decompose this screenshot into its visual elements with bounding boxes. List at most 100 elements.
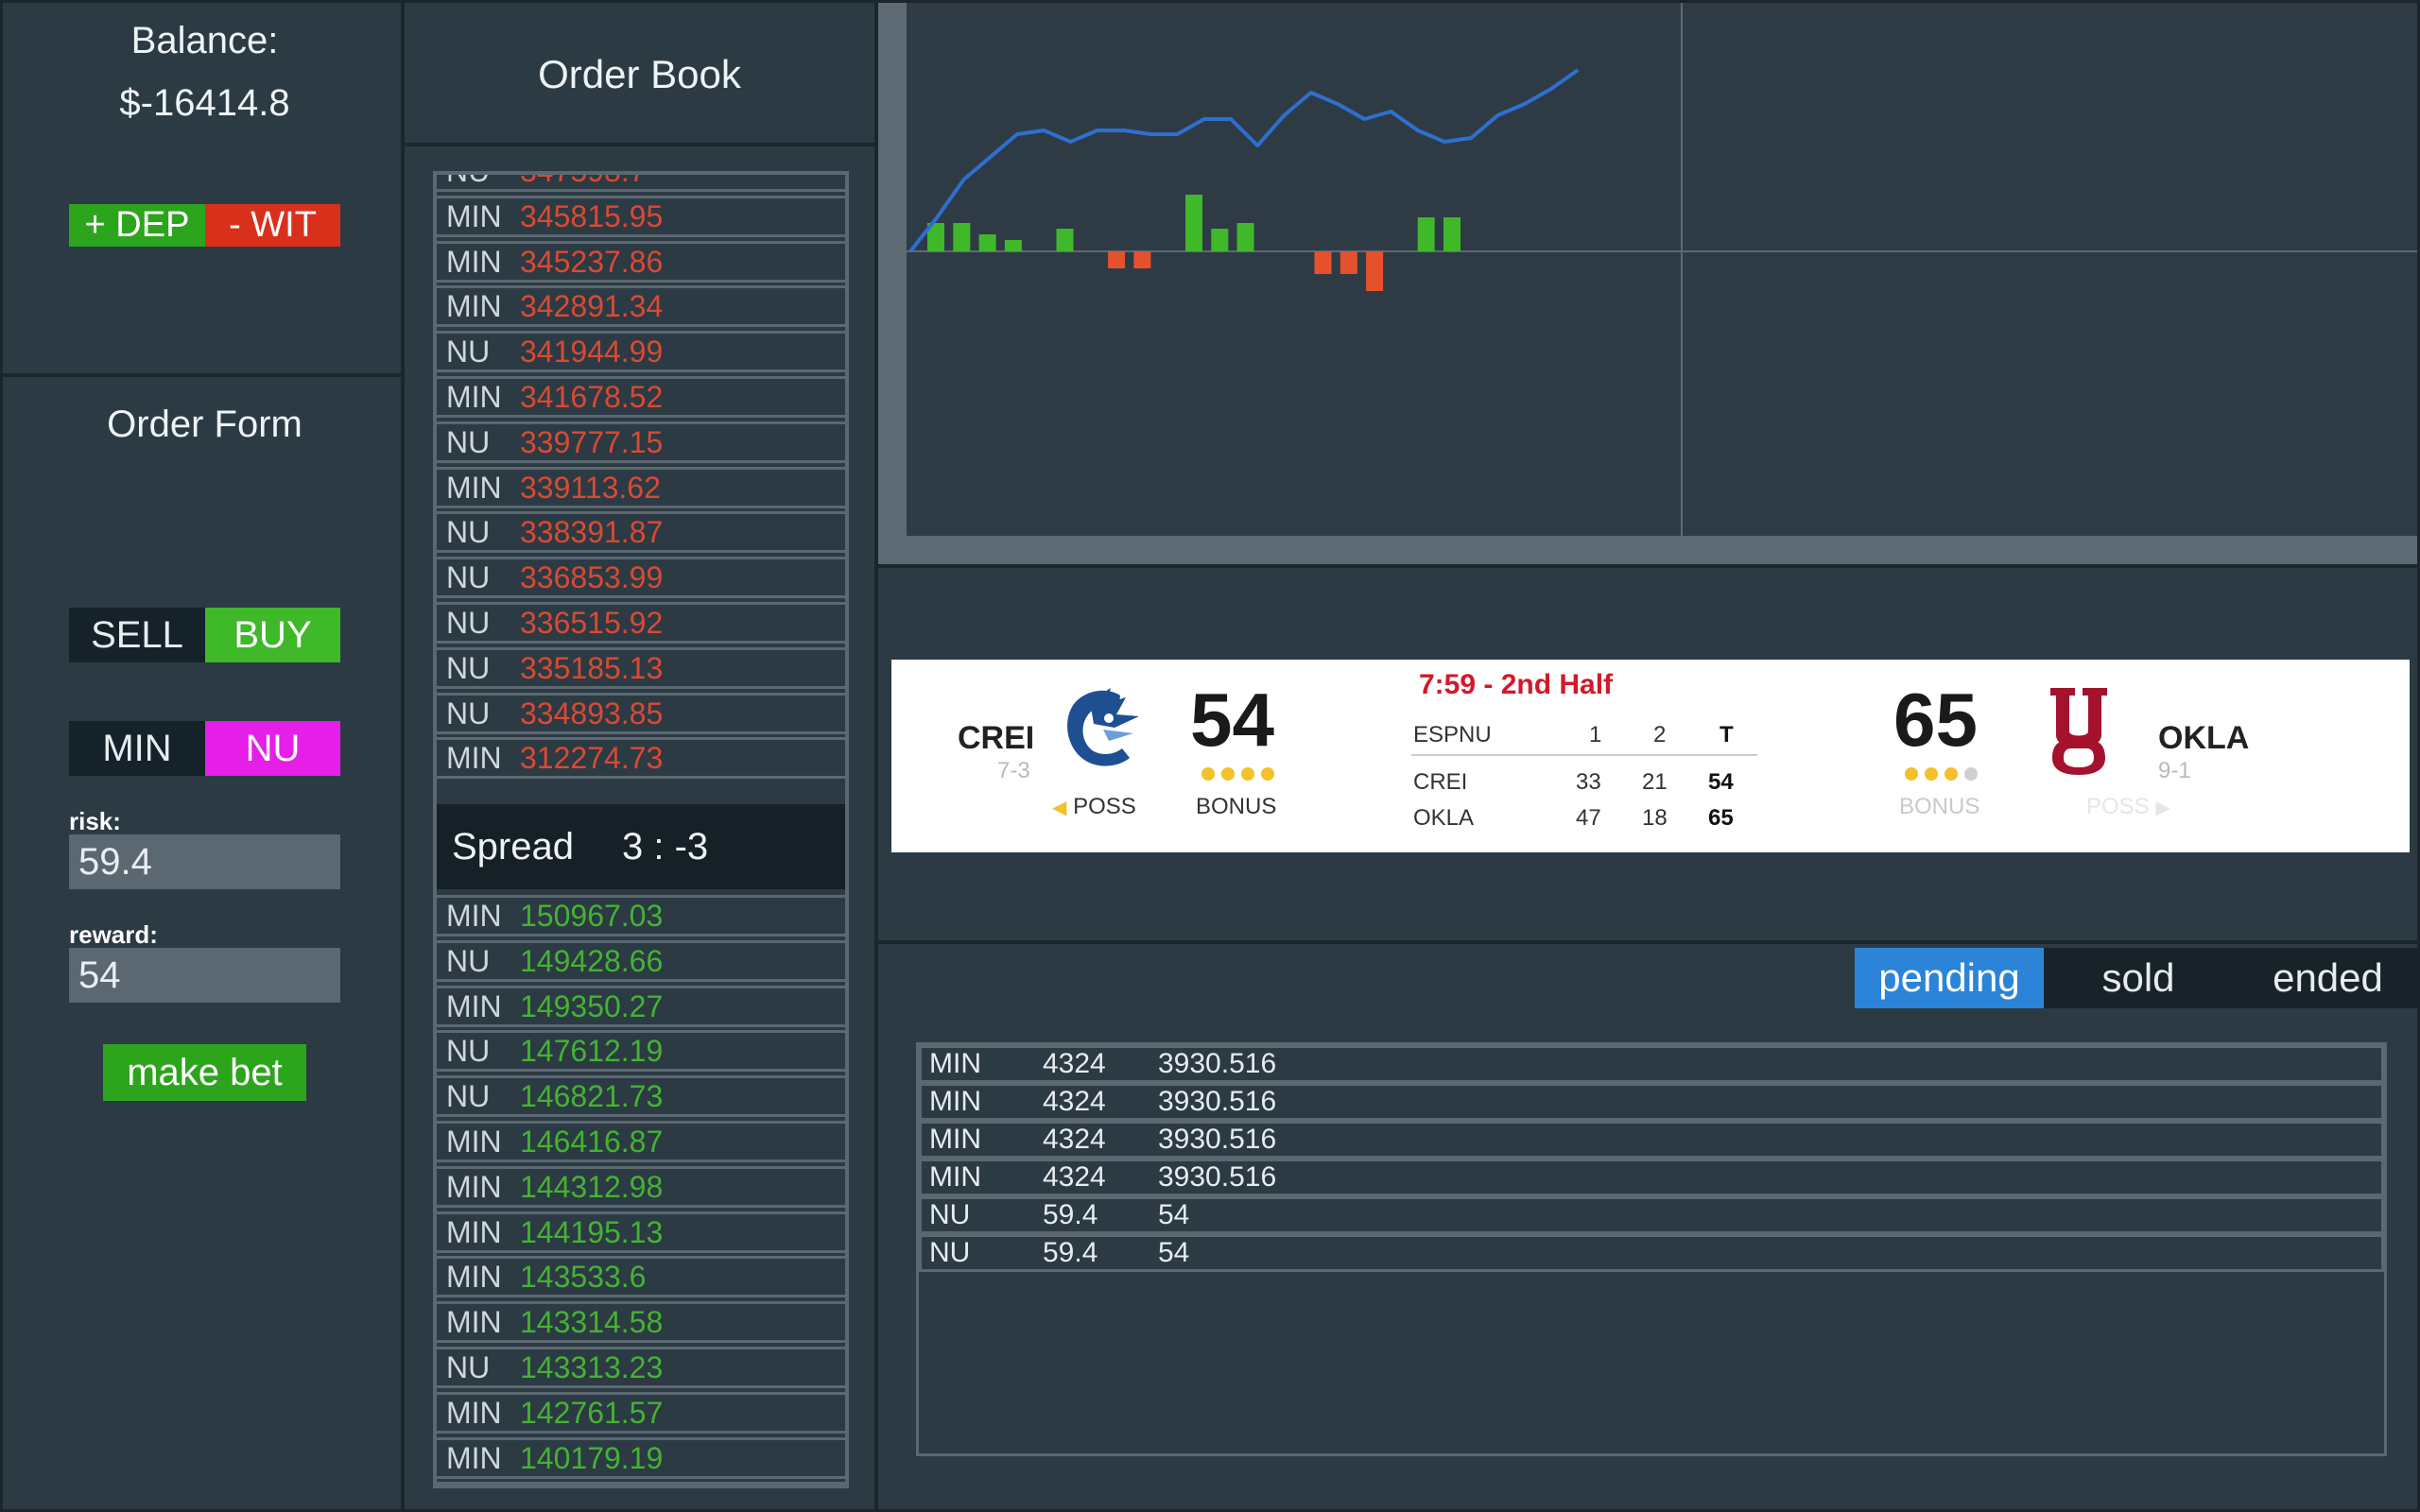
- line-away-abbr: OKLA: [1413, 805, 1475, 831]
- min-team-toggle[interactable]: MIN: [69, 721, 205, 776]
- bid-row[interactable]: MIN 150967.03: [437, 895, 845, 936]
- bet-reward: 54: [1158, 1237, 1190, 1268]
- reward-label: reward:: [69, 920, 158, 949]
- bid-row[interactable]: NU 149428.66: [437, 939, 845, 982]
- bid-price: 143314.58: [520, 1305, 664, 1340]
- ask-side: NU: [446, 171, 491, 188]
- away-bonus-dot: [1964, 767, 1978, 781]
- away-bonus-dot: [1945, 767, 1958, 781]
- bid-row[interactable]: MIN 144195.13: [437, 1211, 845, 1253]
- ask-side: NU: [446, 335, 491, 369]
- bid-row[interactable]: NU 146821.73: [437, 1075, 845, 1118]
- home-team-record: 7-3: [997, 758, 1030, 783]
- ask-row[interactable]: MIN 312274.73: [437, 737, 845, 780]
- ask-price: 342891.34: [520, 289, 664, 324]
- ask-row[interactable]: NU 336853.99: [437, 557, 845, 599]
- ask-side: NU: [446, 515, 491, 550]
- tab-ended[interactable]: ended: [2233, 948, 2420, 1008]
- chart-bar-negative: [1108, 251, 1126, 268]
- bid-side: MIN: [446, 1125, 502, 1159]
- deposit-button[interactable]: + DEP: [69, 204, 205, 247]
- away-team-record: 9-1: [2158, 758, 2191, 783]
- home-poss-label: POSS: [1073, 794, 1136, 819]
- bid-row[interactable]: NU 143313.23: [437, 1347, 845, 1388]
- bid-price: 146416.87: [520, 1125, 664, 1159]
- ask-row[interactable]: NU 338391.87: [437, 511, 845, 554]
- buy-button[interactable]: BUY: [205, 608, 340, 662]
- bet-row[interactable]: MIN 4324 3930.516: [919, 1083, 2384, 1121]
- balance-label: Balance:: [130, 20, 279, 61]
- home-team-score: 54: [1190, 678, 1274, 762]
- chart-bar-negative: [1340, 251, 1357, 274]
- bets-table: MIN 4324 3930.516 MIN 4324 3930.516 MIN 4324 393…: [916, 1042, 2387, 1456]
- nu-team-toggle[interactable]: NU: [205, 721, 340, 776]
- away-bonus-label: BONUS: [1899, 794, 1980, 819]
- bid-price: 149428.66: [520, 943, 664, 978]
- bid-row[interactable]: MIN 149350.27: [437, 985, 845, 1027]
- ask-row[interactable]: MIN 339113.62: [437, 466, 845, 508]
- bet-risk: 59.4: [1043, 1199, 1098, 1230]
- ask-row[interactable]: NU 339777.15: [437, 421, 845, 463]
- sell-button[interactable]: SELL: [69, 608, 205, 662]
- ask-row[interactable]: MIN 345237.86: [437, 240, 845, 283]
- chart-bar-positive: [1004, 240, 1022, 251]
- tab-sold[interactable]: sold: [2044, 948, 2233, 1008]
- ask-row[interactable]: NU 335185.13: [437, 646, 845, 689]
- bid-row[interactable]: NU 147612.19: [437, 1030, 845, 1073]
- bid-row[interactable]: MIN 143533.6: [437, 1256, 845, 1298]
- order-form-panel: Order Form SELL BUY MIN NU risk: reward:…: [0, 374, 404, 1512]
- bid-row[interactable]: MIN 139801.47: [437, 1482, 845, 1488]
- reward-input[interactable]: [69, 948, 340, 1003]
- away-possession: POSS ▶: [2086, 794, 2170, 820]
- ask-price: 341944.99: [520, 335, 664, 369]
- bet-team: MIN: [929, 1124, 981, 1155]
- ask-row[interactable]: NU 341944.99: [437, 331, 845, 373]
- make-bet-button[interactable]: make bet: [103, 1044, 306, 1101]
- ask-row[interactable]: NU 336515.92: [437, 602, 845, 644]
- ask-row[interactable]: NU 334893.85: [437, 692, 845, 734]
- home-bonus-label: BONUS: [1196, 794, 1277, 819]
- ask-price: 345237.86: [520, 244, 664, 279]
- bet-row[interactable]: NU 59.4 54: [919, 1234, 2384, 1272]
- ask-price: 339113.62: [520, 470, 661, 505]
- withdraw-button[interactable]: - WIT: [205, 204, 340, 247]
- risk-input[interactable]: [69, 834, 340, 889]
- game-clock: 7:59 - 2nd Half: [1419, 669, 1614, 700]
- bet-reward: 3930.516: [1158, 1048, 1277, 1079]
- chart-bar-negative: [1366, 251, 1384, 291]
- bid-row[interactable]: MIN 143314.58: [437, 1301, 845, 1344]
- ask-row[interactable]: MIN 341678.52: [437, 376, 845, 418]
- order-book-list[interactable]: NU 347598.7 MIN 345815.95 MIN 345237.86 MIN 342…: [433, 171, 849, 1488]
- ask-side: MIN: [446, 470, 502, 505]
- possession-arrow-right-icon: ▶: [2155, 798, 2170, 818]
- ask-price: 334893.85: [520, 696, 664, 730]
- scoreboard: CREI 7-3 54 BONUS ◀ POSS 7:59 - 2nd Half…: [891, 660, 2410, 852]
- period-header-2: 2: [1653, 722, 1667, 747]
- ask-row[interactable]: NU 347598.7: [437, 171, 845, 192]
- bid-row[interactable]: MIN 140179.19: [437, 1436, 845, 1479]
- bid-side: MIN: [446, 1305, 502, 1340]
- bet-row[interactable]: MIN 4324 3930.516: [919, 1121, 2384, 1159]
- home-bonus-dot: [1261, 767, 1274, 781]
- bet-row[interactable]: MIN 4324 3930.516: [919, 1045, 2384, 1083]
- bid-row[interactable]: MIN 142761.57: [437, 1391, 845, 1434]
- bet-row[interactable]: MIN 4324 3930.516: [919, 1159, 2384, 1196]
- ask-price: 347598.7: [520, 171, 647, 188]
- bid-side: NU: [446, 1034, 491, 1069]
- bet-risk: 4324: [1043, 1161, 1106, 1193]
- home-bonus-dot: [1241, 767, 1254, 781]
- bid-row[interactable]: MIN 146416.87: [437, 1121, 845, 1162]
- possession-arrow-left-icon: ◀: [1052, 798, 1067, 818]
- away-bonus-dot: [1905, 767, 1918, 781]
- bid-price: 139801.47: [520, 1485, 663, 1488]
- bet-row[interactable]: NU 59.4 54: [919, 1196, 2384, 1234]
- bid-row[interactable]: MIN 144312.98: [437, 1165, 845, 1208]
- bid-side: MIN: [446, 1440, 502, 1475]
- tab-pending[interactable]: pending: [1855, 948, 2044, 1008]
- ask-row[interactable]: MIN 345815.95: [437, 195, 845, 237]
- chart-bar-positive: [1056, 229, 1074, 251]
- chart-bar-negative: [1133, 251, 1151, 268]
- ask-row[interactable]: MIN 342891.34: [437, 285, 845, 328]
- ask-price: 335185.13: [520, 650, 664, 685]
- away-bonus-dots: [1905, 767, 1984, 781]
